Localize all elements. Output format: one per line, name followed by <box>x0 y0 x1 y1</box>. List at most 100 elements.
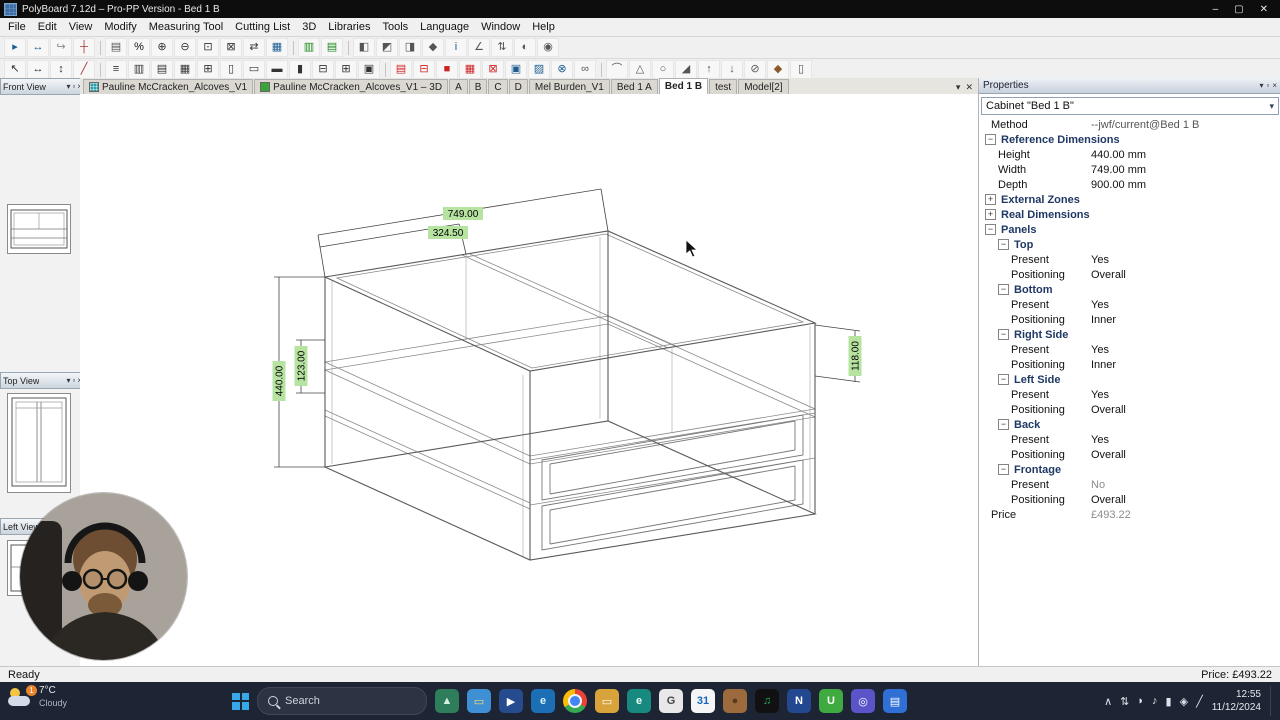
material-library-icon[interactable]: ▥ <box>298 38 320 57</box>
door-zone-icon[interactable]: ▣ <box>358 60 380 79</box>
grid-icon[interactable]: ▦ <box>266 38 288 57</box>
menu-help[interactable]: Help <box>526 20 561 34</box>
collapse-icon-bottom[interactable]: − <box>998 284 1009 295</box>
draw-icon[interactable]: ╱ <box>73 60 95 79</box>
front-view-icon[interactable]: ◧ <box>353 38 375 57</box>
show-desktop-button[interactable] <box>1270 686 1274 716</box>
prop-group-left-side[interactable]: − Left Side <box>979 372 1280 387</box>
taskbar-notes-app-icon[interactable]: ▤ <box>883 689 907 713</box>
top-view-pin-icon[interactable]: ▫ <box>72 376 75 385</box>
list-icon[interactable]: ≡ <box>105 60 127 79</box>
dimension-inner-height-label[interactable]: 123.00 <box>294 346 308 386</box>
prop-value-positioning[interactable]: Inner <box>1091 359 1116 371</box>
menu-cutting-list[interactable]: Cutting List <box>229 20 296 34</box>
tab-bed-1-a[interactable]: Bed 1 A <box>610 79 658 94</box>
tray-volume-icon[interactable]: ♪ <box>1152 695 1158 707</box>
rotate-view-icon[interactable]: ⇅ <box>491 38 513 57</box>
collapse-icon-reference-dimensions[interactable]: − <box>985 134 996 145</box>
hand-tool-icon[interactable]: ◉ <box>537 38 559 57</box>
prop-value-present[interactable]: Yes <box>1091 344 1109 356</box>
vertical-icon[interactable]: ↕ <box>50 60 72 79</box>
cut-tool-icon[interactable]: ⊘ <box>744 60 766 79</box>
panel-vertical-icon[interactable]: ▮ <box>289 60 311 79</box>
zoom-window-icon[interactable]: ⊡ <box>197 38 219 57</box>
prop-group-frontage[interactable]: − Frontage <box>979 462 1280 477</box>
properties-pin-icon[interactable]: ▫ <box>1266 81 1269 90</box>
tab-pauline-mccracken-alcoves-v1[interactable]: Pauline McCracken_Alcoves_V1 <box>83 79 254 94</box>
dimension-width-label[interactable]: 749.00 <box>443 207 483 220</box>
slope-tool-icon[interactable]: ◢ <box>675 60 697 79</box>
taskbar-edge-browser-icon[interactable]: e <box>531 689 555 713</box>
taskbar-community-app-icon[interactable]: ◎ <box>851 689 875 713</box>
dimension-right-height-label[interactable]: 118.00 <box>848 336 862 376</box>
collapse-icon-panels[interactable]: − <box>985 224 996 235</box>
zoom-in-icon[interactable]: ⊕ <box>151 38 173 57</box>
dimension-partial-width-label[interactable]: 324.50 <box>428 226 468 239</box>
prop-value-present[interactable]: Yes <box>1091 299 1109 311</box>
prop-value-height[interactable]: 440.00 mm <box>1091 149 1146 161</box>
hardware-library-icon[interactable]: ▤ <box>321 38 343 57</box>
menu-tools[interactable]: Tools <box>376 20 414 34</box>
front-view-thumbnail[interactable] <box>7 204 71 254</box>
render-icon[interactable]: ◐ <box>514 38 536 57</box>
prop-value-positioning[interactable]: Overall <box>1091 449 1126 461</box>
triangle-tool-icon[interactable]: △ <box>629 60 651 79</box>
collapse-icon-right-side[interactable]: − <box>998 329 1009 340</box>
tab-a[interactable]: A <box>449 79 468 94</box>
cursor-icon[interactable]: ↖ <box>4 60 26 79</box>
top-view-icon[interactable]: ◩ <box>376 38 398 57</box>
taskbar-browser-profile-icon[interactable]: G <box>659 689 683 713</box>
remove-divider-icon[interactable]: ⊟ <box>312 60 334 79</box>
split-horizontal-icon[interactable]: ▭ <box>243 60 265 79</box>
menu-libraries[interactable]: Libraries <box>322 20 376 34</box>
top-view-menu-icon[interactable]: ▾ <box>66 376 70 385</box>
tray-bluetooth-icon[interactable]: ◗ <box>1137 695 1144 707</box>
properties-panel-header[interactable]: Properties ▾ ▫ × <box>979 78 1280 94</box>
lower-icon[interactable]: ↓ <box>721 60 743 79</box>
tab-c[interactable]: C <box>488 79 508 94</box>
taskbar-spotify-icon[interactable]: ♫ <box>755 689 779 713</box>
expand-icon-real-dimensions[interactable]: + <box>985 209 996 220</box>
scale-percent-icon[interactable]: % <box>128 38 150 57</box>
collapse-icon-back[interactable]: − <box>998 419 1009 430</box>
tab-model-2[interactable]: Model[2] <box>738 79 789 94</box>
menu-view[interactable]: View <box>63 20 99 34</box>
prop-value-present[interactable]: Yes <box>1091 434 1109 446</box>
taskbar-file-explorer-icon[interactable]: ▭ <box>467 689 491 713</box>
panel-horizontal-icon[interactable]: ▬ <box>266 60 288 79</box>
zoom-out-icon[interactable]: ⊖ <box>174 38 196 57</box>
menu-file[interactable]: File <box>2 20 32 34</box>
prop-group-back[interactable]: − Back <box>979 417 1280 432</box>
menu-measuring-tool[interactable]: Measuring Tool <box>143 20 229 34</box>
tab-close-icon[interactable]: ✕ <box>965 82 973 93</box>
panel-blue-icon[interactable]: ▣ <box>505 60 527 79</box>
search-box[interactable]: Search <box>257 687 427 715</box>
drawing-canvas[interactable]: 749.00 324.50 440.00 123.00 118.00 <box>80 94 978 666</box>
columns-icon[interactable]: ▥ <box>128 60 150 79</box>
tray-shield-icon[interactable]: ◈ <box>1180 695 1188 708</box>
expand-icon-external-zones[interactable]: + <box>985 194 996 205</box>
tab-pauline-mccracken-alcoves-v1-3d[interactable]: Pauline McCracken_Alcoves_V1 – 3D <box>254 79 449 94</box>
horizontal-icon[interactable]: ↔ <box>27 60 49 79</box>
front-view-panel-header[interactable]: Front View ▾▫× <box>0 78 85 95</box>
taskbar-clock[interactable]: 12:55 11/12/2024 <box>1212 688 1261 714</box>
prop-value-depth[interactable]: 900.00 mm <box>1091 179 1146 191</box>
panel-red-icon[interactable]: ■ <box>436 60 458 79</box>
tab-mel-burden-v1[interactable]: Mel Burden_V1 <box>528 79 610 94</box>
tray-pen-icon[interactable]: ╱ <box>1196 695 1203 708</box>
zone-red-icon[interactable]: ▦ <box>459 60 481 79</box>
tray-network-icon[interactable]: ⇅ <box>1120 695 1129 708</box>
method-value[interactable]: --jwf/current@Bed 1 B <box>1091 119 1199 131</box>
start-button[interactable] <box>232 692 249 710</box>
select-arrow-icon[interactable]: ▸ <box>4 38 26 57</box>
zone-blue-icon[interactable]: ▨ <box>528 60 550 79</box>
taskbar-edge-dev-icon[interactable]: e <box>627 689 651 713</box>
grid-zones-icon[interactable]: ▦ <box>174 60 196 79</box>
prop-group-top[interactable]: − Top <box>979 237 1280 252</box>
prop-value-width[interactable]: 749.00 mm <box>1091 164 1146 176</box>
tray-battery-icon[interactable]: ▮ <box>1166 695 1172 708</box>
tab-list-dropdown-icon[interactable]: ▾ <box>956 82 961 93</box>
prop-value-present[interactable]: Yes <box>1091 254 1109 266</box>
menu-language[interactable]: Language <box>414 20 475 34</box>
prop-group-reference-dimensions[interactable]: − Reference Dimensions <box>979 132 1280 147</box>
